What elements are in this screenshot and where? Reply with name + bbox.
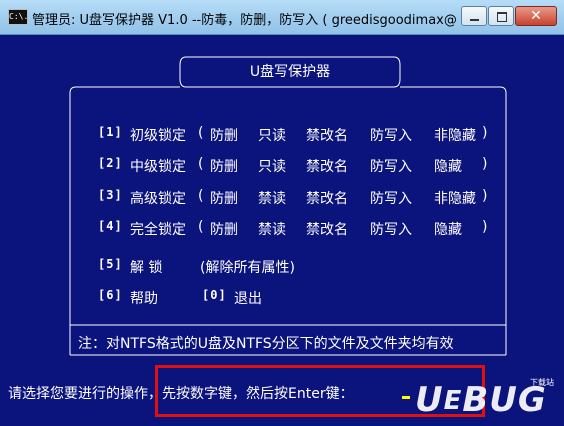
menu-item-help[interactable]: [6] 帮助	[98, 288, 158, 310]
menu-option: 禁改名	[306, 191, 348, 207]
menu-option: 防删	[210, 159, 238, 175]
console-window: C:\. 管理员: U盘写保护器 V1.0 --防毒，防删，防写入 ( gree…	[0, 0, 564, 426]
menu-option: 非隐藏	[434, 128, 476, 144]
app-header-title: U盘写保护器	[249, 64, 331, 80]
menu-paren-close: )	[482, 125, 488, 141]
menu-label: 初级锁定	[130, 128, 186, 144]
menu-paren-close: )	[482, 188, 488, 204]
maximize-button[interactable]	[488, 6, 514, 26]
menu-label: 退出	[234, 291, 262, 307]
menu-key: [1]	[98, 125, 123, 139]
menu-key: [0]	[202, 288, 227, 302]
watermark-sub-text: 下载站	[530, 378, 554, 387]
ntfs-note: 注：对NTFS格式的U盘及NTFS分区下的文件及文件夹均有效	[78, 336, 454, 352]
menu-option: 只读	[258, 159, 286, 175]
menu-option: 防删	[210, 222, 238, 238]
menu-key: [3]	[98, 188, 123, 202]
menu-option: 隐藏	[434, 222, 462, 238]
menu-label: 帮助	[130, 291, 158, 307]
menu-label: 完全锁定	[130, 222, 186, 238]
menu-option: 只读	[258, 128, 286, 144]
menu-option: 防删	[210, 191, 238, 207]
menu-label: 解 锁	[130, 260, 163, 276]
menu-key: [5]	[98, 257, 123, 271]
menu-paren-open: (	[198, 188, 204, 204]
console-area[interactable]: U盘写保护器 [1] 初级锁定(防删 只读 禁改名 防写入 非隐藏) [2] 中级锁定(防删只…	[0, 35, 564, 426]
menu-key: [6]	[98, 288, 123, 302]
menu-paren-open: (	[198, 219, 204, 235]
menu-option: 隐藏	[434, 159, 462, 175]
window-title: 管理员: U盘写保护器 V1.0 --防毒，防删，防写入 ( greedisgo…	[32, 13, 456, 27]
menu-option: 防写入	[370, 159, 412, 175]
minimize-button[interactable]	[461, 6, 487, 26]
menu-option: 禁改名	[306, 128, 348, 144]
maximize-icon	[497, 12, 507, 22]
menu-option: 非隐藏	[434, 191, 476, 207]
menu-option: 禁读	[258, 222, 286, 238]
menu-label: 中级锁定	[130, 159, 186, 175]
menu-option: 防写入	[370, 222, 412, 238]
menu-item-unlock[interactable]: [5] 解 锁 (解除所有属性)	[98, 257, 295, 279]
menu-description: (解除所有属性)	[200, 260, 295, 276]
menu-option: 防写入	[370, 191, 412, 207]
menu-paren-close: )	[482, 156, 488, 172]
title-bar[interactable]: C:\. 管理员: U盘写保护器 V1.0 --防毒，防删，防写入 ( gree…	[0, 0, 564, 35]
menu-item-exit[interactable]: [0] 退出	[202, 288, 262, 310]
close-icon: ✕	[530, 8, 542, 24]
menu-key: [2]	[98, 156, 123, 170]
menu-option: 禁改名	[306, 159, 348, 175]
menu-key: [4]	[98, 219, 123, 233]
menu-paren-close: )	[482, 219, 488, 235]
cmd-icon: C:\.	[8, 9, 28, 25]
menu-paren-open: (	[198, 125, 204, 141]
menu-option: 禁改名	[306, 222, 348, 238]
menu-paren-open: (	[198, 156, 204, 172]
menu-option: 防写入	[370, 128, 412, 144]
minimize-icon	[470, 19, 479, 21]
menu-option: 禁读	[258, 191, 286, 207]
menu-option: 防删	[210, 128, 238, 144]
menu-label: 高级锁定	[130, 191, 186, 207]
close-button[interactable]: ✕	[515, 6, 557, 26]
